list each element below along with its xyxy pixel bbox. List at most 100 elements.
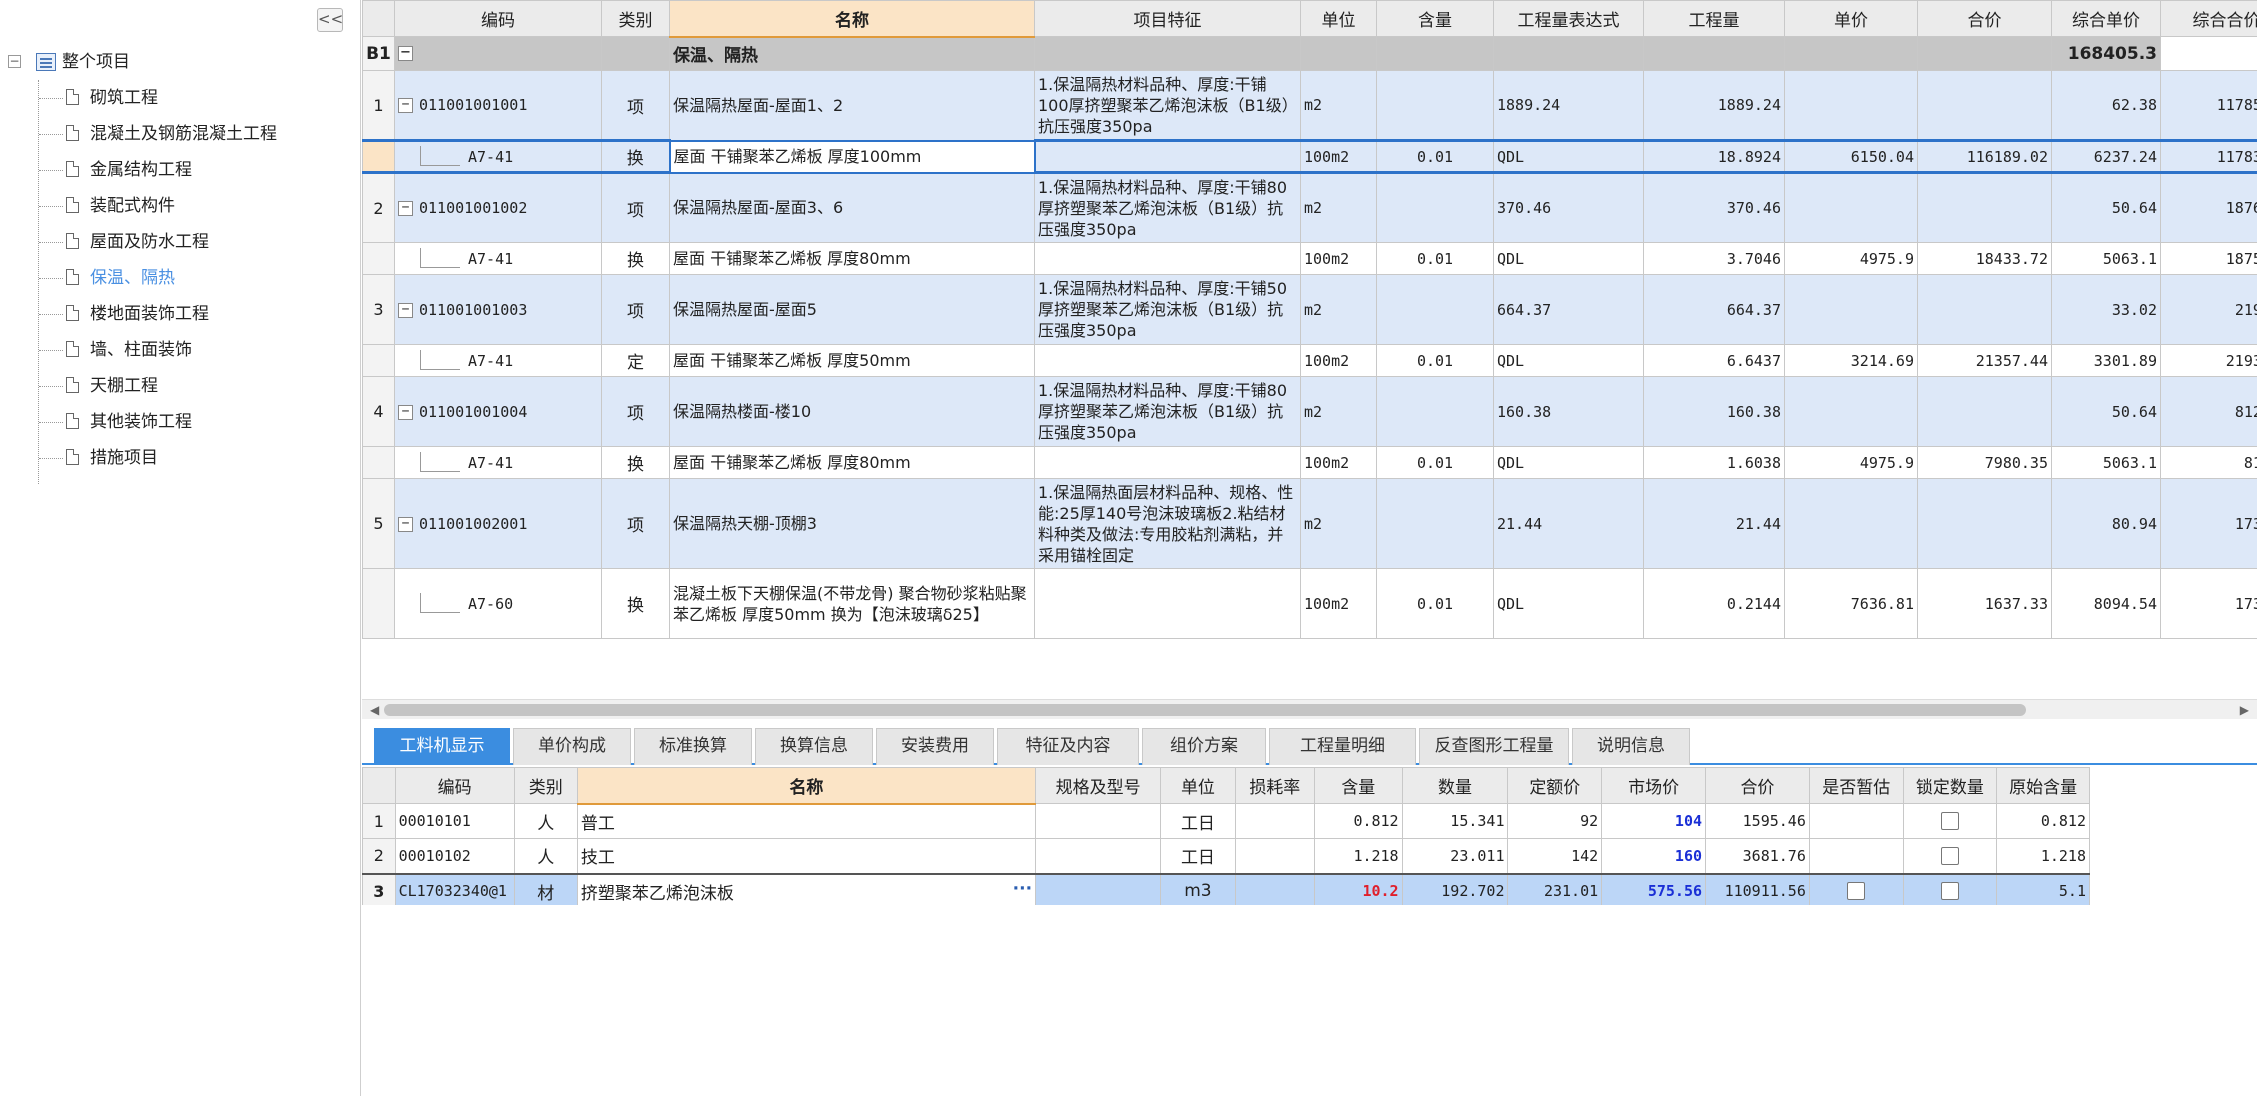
content-cell[interactable] (1376, 172, 1494, 243)
market-price-cell[interactable]: 575.56 (1601, 872, 1707, 905)
name-cell[interactable]: 普工 (576, 803, 1037, 839)
feature-cell[interactable] (1034, 139, 1301, 174)
type-cell[interactable]: 项 (601, 376, 670, 447)
lock-quantity-cell[interactable] (1902, 803, 1998, 839)
unit-cell[interactable]: m2 (1300, 274, 1377, 345)
expression-cell[interactable]: QDL (1493, 139, 1644, 174)
feature-cell[interactable] (1034, 446, 1301, 479)
type-cell[interactable]: 人 (513, 838, 578, 874)
estimate-cell[interactable] (1808, 838, 1904, 874)
unit-cell[interactable]: 100m2 (1300, 242, 1377, 275)
type-cell[interactable]: 换 (601, 139, 670, 174)
column-header[interactable]: 项目特征 (1034, 0, 1301, 37)
composite-unit-price-cell[interactable]: 5063.1 (2051, 242, 2161, 275)
name-cell[interactable]: 保温隔热屋面-屋面3、6 (669, 172, 1035, 243)
name-cell[interactable]: 保温隔热天棚-顶棚3 (669, 478, 1035, 569)
column-header[interactable]: 市场价 (1601, 767, 1707, 804)
code-cell[interactable]: −011001001001 (394, 70, 602, 141)
feature-cell[interactable]: 1.保温隔热材料品种、厚度:干铺80厚挤塑聚苯乙烯泡沫板（B1级）抗压强度350… (1034, 376, 1301, 447)
composite-total-cell[interactable]: 8120. (2160, 446, 2257, 479)
name-cell[interactable]: 屋面 干铺聚苯乙烯板 厚度50mm (669, 344, 1035, 377)
total-price-cell[interactable]: 7980.35 (1917, 446, 2052, 479)
code-cell[interactable]: A7-60 (394, 568, 602, 639)
feature-cell[interactable] (1034, 242, 1301, 275)
tab[interactable]: 工料机显示 (374, 728, 510, 765)
tree-item[interactable]: 保温、隔热 (0, 260, 361, 296)
market-price-cell[interactable]: 160 (1601, 838, 1707, 874)
lock-quantity-checkbox[interactable] (1940, 882, 1959, 900)
unit-price-cell[interactable] (1784, 478, 1918, 569)
base-price-cell[interactable]: 142 (1507, 838, 1603, 874)
tab[interactable]: 安装费用 (876, 728, 994, 765)
content-cell[interactable]: 0.812 (1314, 803, 1403, 839)
original-content-cell[interactable]: 0.812 (1996, 803, 2090, 839)
bill-item-row[interactable]: 5−011001002001 项保温隔热天棚-顶棚3 1.保温隔热面层材料品种、规格… (362, 478, 2257, 569)
code-cell[interactable]: −011001002001 (394, 478, 602, 569)
unit-price-cell[interactable]: 7636.81 (1784, 568, 1918, 639)
expression-cell[interactable]: 1889.24 (1493, 70, 1644, 141)
quota-row[interactable]: A7-41 换屋面 干铺聚苯乙烯板 厚度80mm 100m2 0.01 QDL 3.704… (362, 242, 2257, 275)
column-header[interactable]: 合价 (1917, 0, 2052, 37)
name-cell[interactable]: 屋面 干铺聚苯乙烯板 厚度100mm (668, 139, 1036, 174)
column-header[interactable]: 综合合价 (2160, 0, 2257, 37)
tab[interactable]: 单价构成 (513, 728, 631, 765)
scroll-left-icon[interactable]: ◀ (370, 703, 379, 717)
resource-row[interactable]: 1 00010101 人普工 工日 0.812 15.341 92 104 1595.46 0.8… (362, 803, 2090, 839)
feature-cell[interactable]: 1.保温隔热材料品种、厚度:干铺50厚挤塑聚苯乙烯泡沫板（B1级）抗压强度350… (1034, 274, 1301, 345)
code-cell[interactable]: CL17032340@1 (394, 872, 515, 905)
quota-row[interactable]: A7-60 换混凝土板下天棚保温(不带龙骨) 聚合物砂浆粘贴聚苯乙烯板 厚度50m… (362, 568, 2257, 639)
bill-item-row[interactable]: 4−011001001004 项保温隔热楼面-楼10 1.保温隔热材料品种、厚度:干… (362, 376, 2257, 447)
expression-cell[interactable]: QDL (1493, 242, 1644, 275)
composite-unit-price-cell[interactable]: 6237.24 (2051, 139, 2161, 174)
unit-cell[interactable]: m2 (1300, 376, 1377, 447)
quantity-cell[interactable]: 21.44 (1643, 478, 1785, 569)
market-price-cell[interactable]: 104 (1601, 803, 1707, 839)
name-cell[interactable]: 保温隔热楼面-楼10 (669, 376, 1035, 447)
total-cell[interactable]: 3681.76 (1705, 838, 1810, 874)
name-cell[interactable]: 混凝土板下天棚保温(不带龙骨) 聚合物砂浆粘贴聚苯乙烯板 厚度50mm 换为【泡… (669, 568, 1035, 639)
code-cell[interactable]: 00010101 (394, 803, 515, 839)
content-cell[interactable] (1376, 70, 1494, 141)
original-content-cell[interactable]: 5.1 (1996, 872, 2090, 905)
unit-price-cell[interactable]: 4975.9 (1784, 446, 1918, 479)
unit-cell[interactable]: m2 (1300, 70, 1377, 141)
quantity-cell[interactable]: 23.011 (1401, 838, 1509, 874)
unit-price-cell[interactable] (1784, 376, 1918, 447)
content-cell[interactable]: 0.01 (1376, 242, 1494, 275)
total-price-cell[interactable] (1917, 274, 2052, 345)
composite-unit-price-cell[interactable]: 80.94 (2051, 478, 2161, 569)
code-cell[interactable]: A7-41 (394, 242, 602, 275)
unit-cell[interactable]: 工日 (1160, 838, 1236, 874)
scrollbar-thumb[interactable] (384, 704, 2026, 716)
content-cell[interactable]: 0.01 (1376, 446, 1494, 479)
composite-unit-price-cell[interactable]: 8094.54 (2051, 568, 2161, 639)
expression-cell[interactable]: QDL (1493, 568, 1644, 639)
column-header[interactable]: 规格及型号 (1035, 767, 1162, 804)
column-header[interactable]: 编码 (394, 0, 602, 37)
composite-total-cell[interactable]: 1735.3 (2160, 478, 2257, 569)
composite-unit-price-cell[interactable]: 62.38 (2051, 70, 2161, 141)
tree-item[interactable]: 措施项目 (0, 440, 361, 476)
composite-unit-price-cell[interactable]: 3301.89 (2051, 344, 2161, 377)
lock-quantity-cell[interactable] (1902, 838, 1998, 874)
estimate-cell[interactable] (1808, 872, 1904, 905)
total-price-cell[interactable] (1917, 478, 2052, 569)
unit-price-cell[interactable]: 4975.9 (1784, 242, 1918, 275)
bill-item-row[interactable]: 3−011001001003 项保温隔热屋面-屋面5 1.保温隔热材料品种、厚度:干… (362, 274, 2257, 345)
unit-cell[interactable]: 工日 (1160, 803, 1236, 839)
composite-unit-price-cell[interactable]: 50.64 (2051, 376, 2161, 447)
type-cell[interactable]: 人 (513, 803, 578, 839)
column-header[interactable]: 类别 (601, 0, 670, 37)
spec-cell[interactable] (1035, 838, 1162, 874)
quantity-cell[interactable]: 3.7046 (1643, 242, 1785, 275)
quantity-cell[interactable]: 664.37 (1643, 274, 1785, 345)
feature-cell[interactable] (1034, 568, 1301, 639)
content-cell[interactable]: 0.01 (1376, 139, 1494, 174)
column-header[interactable]: 单位 (1300, 0, 1377, 37)
section-row[interactable]: B1− 保温、隔热 168405.3 (362, 36, 2257, 71)
total-price-cell[interactable]: 116189.02 (1917, 139, 2052, 174)
column-header[interactable]: 工程量 (1643, 0, 1785, 37)
content-cell[interactable]: 0.01 (1376, 568, 1494, 639)
type-cell[interactable]: 项 (601, 478, 670, 569)
unit-price-cell[interactable]: 6150.04 (1784, 139, 1918, 174)
